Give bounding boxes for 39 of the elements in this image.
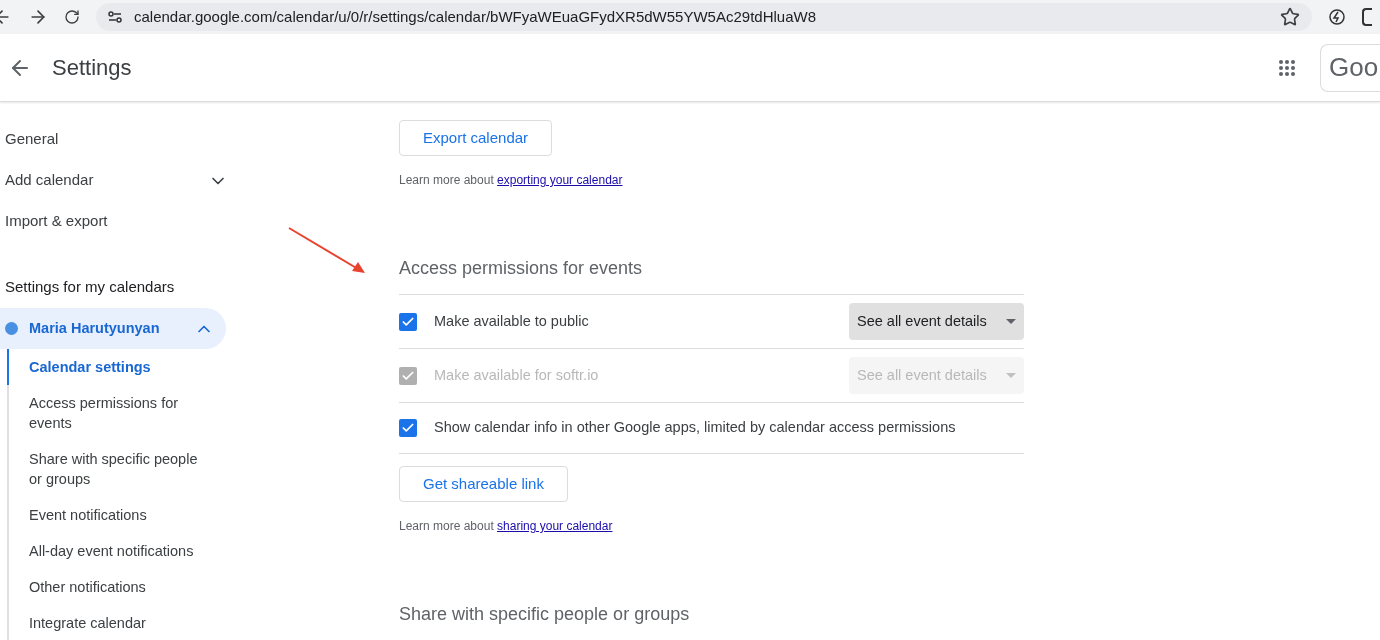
- bookmark-star-icon[interactable]: [1280, 7, 1300, 27]
- sidebar-item[interactable]: Import & export: [0, 201, 240, 242]
- section-heading: Settings for my calendars: [4, 277, 176, 298]
- apps-grid-icon[interactable]: [1278, 58, 1296, 77]
- sharing-help-link[interactable]: sharing your calendar: [497, 519, 613, 533]
- page-title: Settings: [52, 54, 132, 82]
- extension-icon[interactable]: [1328, 8, 1346, 26]
- dropdown-caret-icon: [1006, 373, 1016, 378]
- checkmark-icon: [401, 421, 415, 435]
- sidebar-subitem[interactable]: Other notifications: [7, 569, 217, 605]
- checkbox[interactable]: [399, 312, 417, 331]
- export-help-link[interactable]: exporting your calendar: [497, 173, 623, 187]
- sidebar-subitem[interactable]: Event notifications: [7, 497, 217, 533]
- export-calendar-button[interactable]: Export calendar: [399, 120, 553, 156]
- section-title: Share with specific people or groups: [399, 601, 1024, 640]
- checkbox[interactable]: [399, 419, 417, 437]
- get-shareable-link-button[interactable]: Get shareable link: [399, 466, 568, 502]
- learn-more-text: Learn more about exporting your calendar: [399, 172, 624, 189]
- learn-more-text: Learn more about sharing your calendar: [399, 518, 614, 535]
- reload-icon[interactable]: [64, 9, 80, 25]
- sidebar-item[interactable]: Add calendar: [0, 160, 240, 201]
- sidebar-toggle-icon[interactable]: [1362, 8, 1372, 26]
- sidebar-subitem[interactable]: Calendar settings: [7, 349, 217, 385]
- account-logo[interactable]: Goo: [1320, 43, 1380, 92]
- sidebar-item[interactable]: General: [0, 119, 240, 160]
- calendar-item[interactable]: Maria Harutyunyan: [0, 308, 226, 349]
- permission-label: Show calendar info in other Google apps, limited by calendar access permissions: [434, 418, 957, 438]
- visibility-dropdown[interactable]: See all event details: [849, 303, 1024, 340]
- dropdown-caret-icon: [1006, 319, 1016, 324]
- address-bar[interactable]: calendar.google.com/calendar/u/0/r/settings/calendar/bWFyaWEuaGFydXR5dW55YW5Ac29tdHluaW8: [96, 3, 1312, 31]
- permission-label: Make available to public: [434, 311, 590, 331]
- section-title: Access permissions for events: [399, 255, 1024, 295]
- permission-label: Make available for softr.io: [434, 365, 600, 385]
- site-settings-icon[interactable]: [108, 11, 122, 23]
- url-text: calendar.google.com/calendar/u/0/r/settings/calendar/bWFyaWEuaGFydXR5dW55YW5Ac29tdHluaW8: [134, 6, 817, 27]
- sidebar-subitem[interactable]: Access permissions for events: [7, 385, 217, 441]
- sidebar-subitem[interactable]: All-day event notifications: [7, 533, 217, 569]
- sidebar-subitem[interactable]: Integrate calendar: [7, 605, 217, 640]
- sidebar-subitem[interactable]: Share with specific people or groups: [7, 441, 217, 497]
